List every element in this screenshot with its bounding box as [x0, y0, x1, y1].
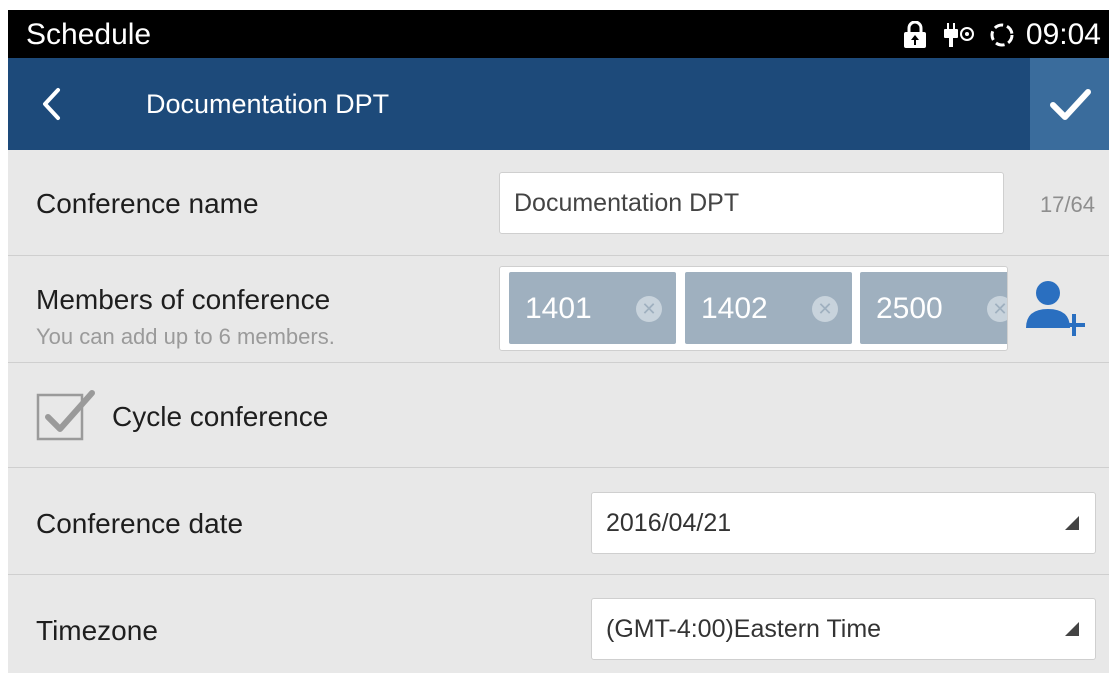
- conference-date-value: 2016/04/21: [606, 508, 732, 537]
- members-field[interactable]: 1401 ✕ 1402 ✕ 2500 ✕: [499, 266, 1008, 351]
- usb-debug-icon: [940, 21, 976, 49]
- member-chip[interactable]: 2500 ✕: [860, 272, 1007, 344]
- status-bar: Schedule 09:04: [8, 10, 1109, 58]
- add-member-button[interactable]: [1022, 278, 1092, 338]
- back-button[interactable]: [30, 80, 78, 128]
- member-chip-label: 2500: [876, 292, 943, 325]
- sync-icon: [988, 21, 1014, 49]
- checkbox-checked-icon: [36, 390, 95, 441]
- remove-member-icon[interactable]: ✕: [636, 296, 662, 322]
- chevron-left-icon: [43, 88, 60, 120]
- conference-date-row: Conference date 2016/04/21: [8, 468, 1109, 575]
- dropdown-arrow-icon: [1065, 622, 1079, 636]
- member-chip-label: 1401: [525, 292, 592, 325]
- member-chip[interactable]: 1402 ✕: [685, 272, 852, 344]
- char-counter: 17/64: [1039, 192, 1095, 217]
- cycle-conference-row[interactable]: Cycle conference: [8, 363, 1109, 468]
- conference-name-row: Conference name Documentation DPT 17/64: [8, 150, 1109, 256]
- conference-date-select[interactable]: 2016/04/21: [591, 492, 1096, 554]
- confirm-button[interactable]: [1030, 58, 1109, 150]
- app-frame: Schedule 09:04 Documentation DPT Confere…: [8, 10, 1109, 673]
- cycle-conference-label: Cycle conference: [112, 401, 329, 432]
- lock-icon: [902, 20, 928, 49]
- dropdown-arrow-icon: [1065, 516, 1079, 530]
- status-time: 09:04: [1025, 18, 1101, 51]
- member-chip[interactable]: 1401 ✕: [509, 272, 676, 344]
- remove-member-icon[interactable]: ✕: [987, 296, 1007, 322]
- remove-member-icon[interactable]: ✕: [812, 296, 838, 322]
- add-user-icon: [1026, 281, 1085, 336]
- timezone-select[interactable]: (GMT-4:00)Eastern Time: [591, 598, 1096, 660]
- conference-name-label: Conference name: [36, 188, 259, 219]
- timezone-row: Timezone (GMT-4:00)Eastern Time: [8, 575, 1109, 673]
- status-title: Schedule: [26, 18, 152, 51]
- cycle-conference-checkbox[interactable]: [36, 387, 95, 443]
- checkmark-icon: [1049, 89, 1091, 120]
- timezone-value: (GMT-4:00)Eastern Time: [606, 614, 882, 643]
- page-title: Documentation DPT: [146, 89, 390, 119]
- members-row: Members of conference You can add up to …: [8, 256, 1109, 363]
- timezone-label: Timezone: [36, 615, 158, 646]
- member-chip-label: 1402: [701, 292, 768, 325]
- app-bar: Documentation DPT: [8, 58, 1109, 150]
- conference-date-label: Conference date: [36, 508, 244, 539]
- members-hint: You can add up to 6 members.: [36, 324, 335, 349]
- members-label: Members of conference: [36, 284, 331, 315]
- conference-name-input[interactable]: Documentation DPT: [499, 172, 1004, 234]
- status-icons: 09:04: [902, 18, 1101, 52]
